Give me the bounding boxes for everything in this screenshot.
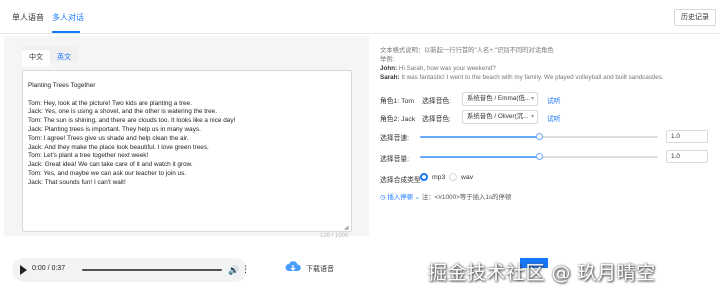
volume-label: 选择音量: [380,156,410,163]
pause-note: 注：<#1000>等于插入1s的停顿 [421,194,512,201]
radio-mp3[interactable] [420,173,428,181]
audio-time: 0:00 / 0:37 [32,265,66,272]
lang-tab-chinese[interactable]: 中文 [22,50,50,66]
volume-input[interactable]: 1.0 [666,150,708,163]
tips-line-1: 文本格式说明：以新起一行行首的"人名+:"识别不同的对话角色 [380,47,554,54]
speed-slider-handle[interactable] [535,133,543,140]
audio-player: 0:00 / 0:37 🔊 ⋮ [12,258,250,282]
role-1-voice-select[interactable]: 系统音色 / Emma(低... ▾ [462,92,538,106]
format-label: 选择合成类型: [380,177,423,184]
more-options-icon[interactable]: ⋮ [241,264,250,274]
chevron-down-icon[interactable]: ⌄ [415,194,420,201]
volume-slider[interactable] [420,153,658,160]
speed-slider[interactable] [420,133,658,140]
role-1-label: 角色1: Tom [380,98,414,105]
volume-icon[interactable]: 🔊 [228,265,239,275]
speed-label: 选择音速: [380,135,410,142]
tips-example-2: Sarah: It was fantastic! I went to the b… [380,74,664,81]
clock-icon: ◷ [380,194,386,201]
tab-single-voice[interactable]: 单人语音 [12,12,44,23]
role-2-voice-label: 选择音色: [422,116,452,123]
char-counter: 120 / 1000 [320,233,349,239]
chevron-down-icon: ▾ [530,96,534,102]
dialogue-textarea[interactable]: Planting Trees Together Tom: Hey, look a… [22,70,352,232]
chevron-down-icon: ▾ [530,114,534,120]
radio-wav[interactable] [449,173,457,181]
role-1-preview-link[interactable]: 试听 [547,95,561,105]
history-button[interactable]: 历史记录 [674,9,716,26]
top-bar: 单人语音 多人对话 历史记录 [0,0,720,34]
volume-slider-fill [420,156,539,158]
insert-pause-button[interactable]: 插入停顿 [387,194,413,201]
tips-example-1: John: Hi Sarah, how was your weekend? [380,65,496,72]
speed-slider-fill [420,136,539,138]
download-label: 下载语音 [306,266,334,273]
speed-input[interactable]: 1.0 [666,130,708,143]
role-2-voice-select[interactable]: 系统音色 / Oliver(沉... ▾ [462,110,538,124]
role-2-preview-link[interactable]: 试听 [547,113,561,123]
tips-line-2: 举例: [380,56,395,63]
format-tips: 文本格式说明：以新起一行行首的"人名+:"识别不同的对话角色 举例: John:… [380,46,710,82]
radio-wav-label: wav [461,174,474,181]
tab-multi-dialogue[interactable]: 多人对话 [52,12,84,23]
lang-tab-english[interactable]: 英文 [50,50,78,66]
role-1-voice-label: 选择音色: [422,98,452,105]
cloud-download-icon [285,261,301,271]
resize-handle-icon[interactable]: ◢ [344,224,349,231]
pause-row: ◷ 插入停顿 ⌄ 注：<#1000>等于插入1s的停顿 [380,192,511,201]
active-tab-indicator [52,31,80,33]
watermark: 掘金技术社区 @ 玖月晴空 [428,262,656,284]
language-tabs: 中文 英文 [22,46,78,66]
role-2-label: 角色2: Jack [380,116,416,123]
play-icon[interactable] [20,265,27,275]
audio-progress-bar[interactable] [82,269,222,271]
volume-slider-handle[interactable] [535,153,543,160]
radio-mp3-label: mp3 [432,174,446,181]
